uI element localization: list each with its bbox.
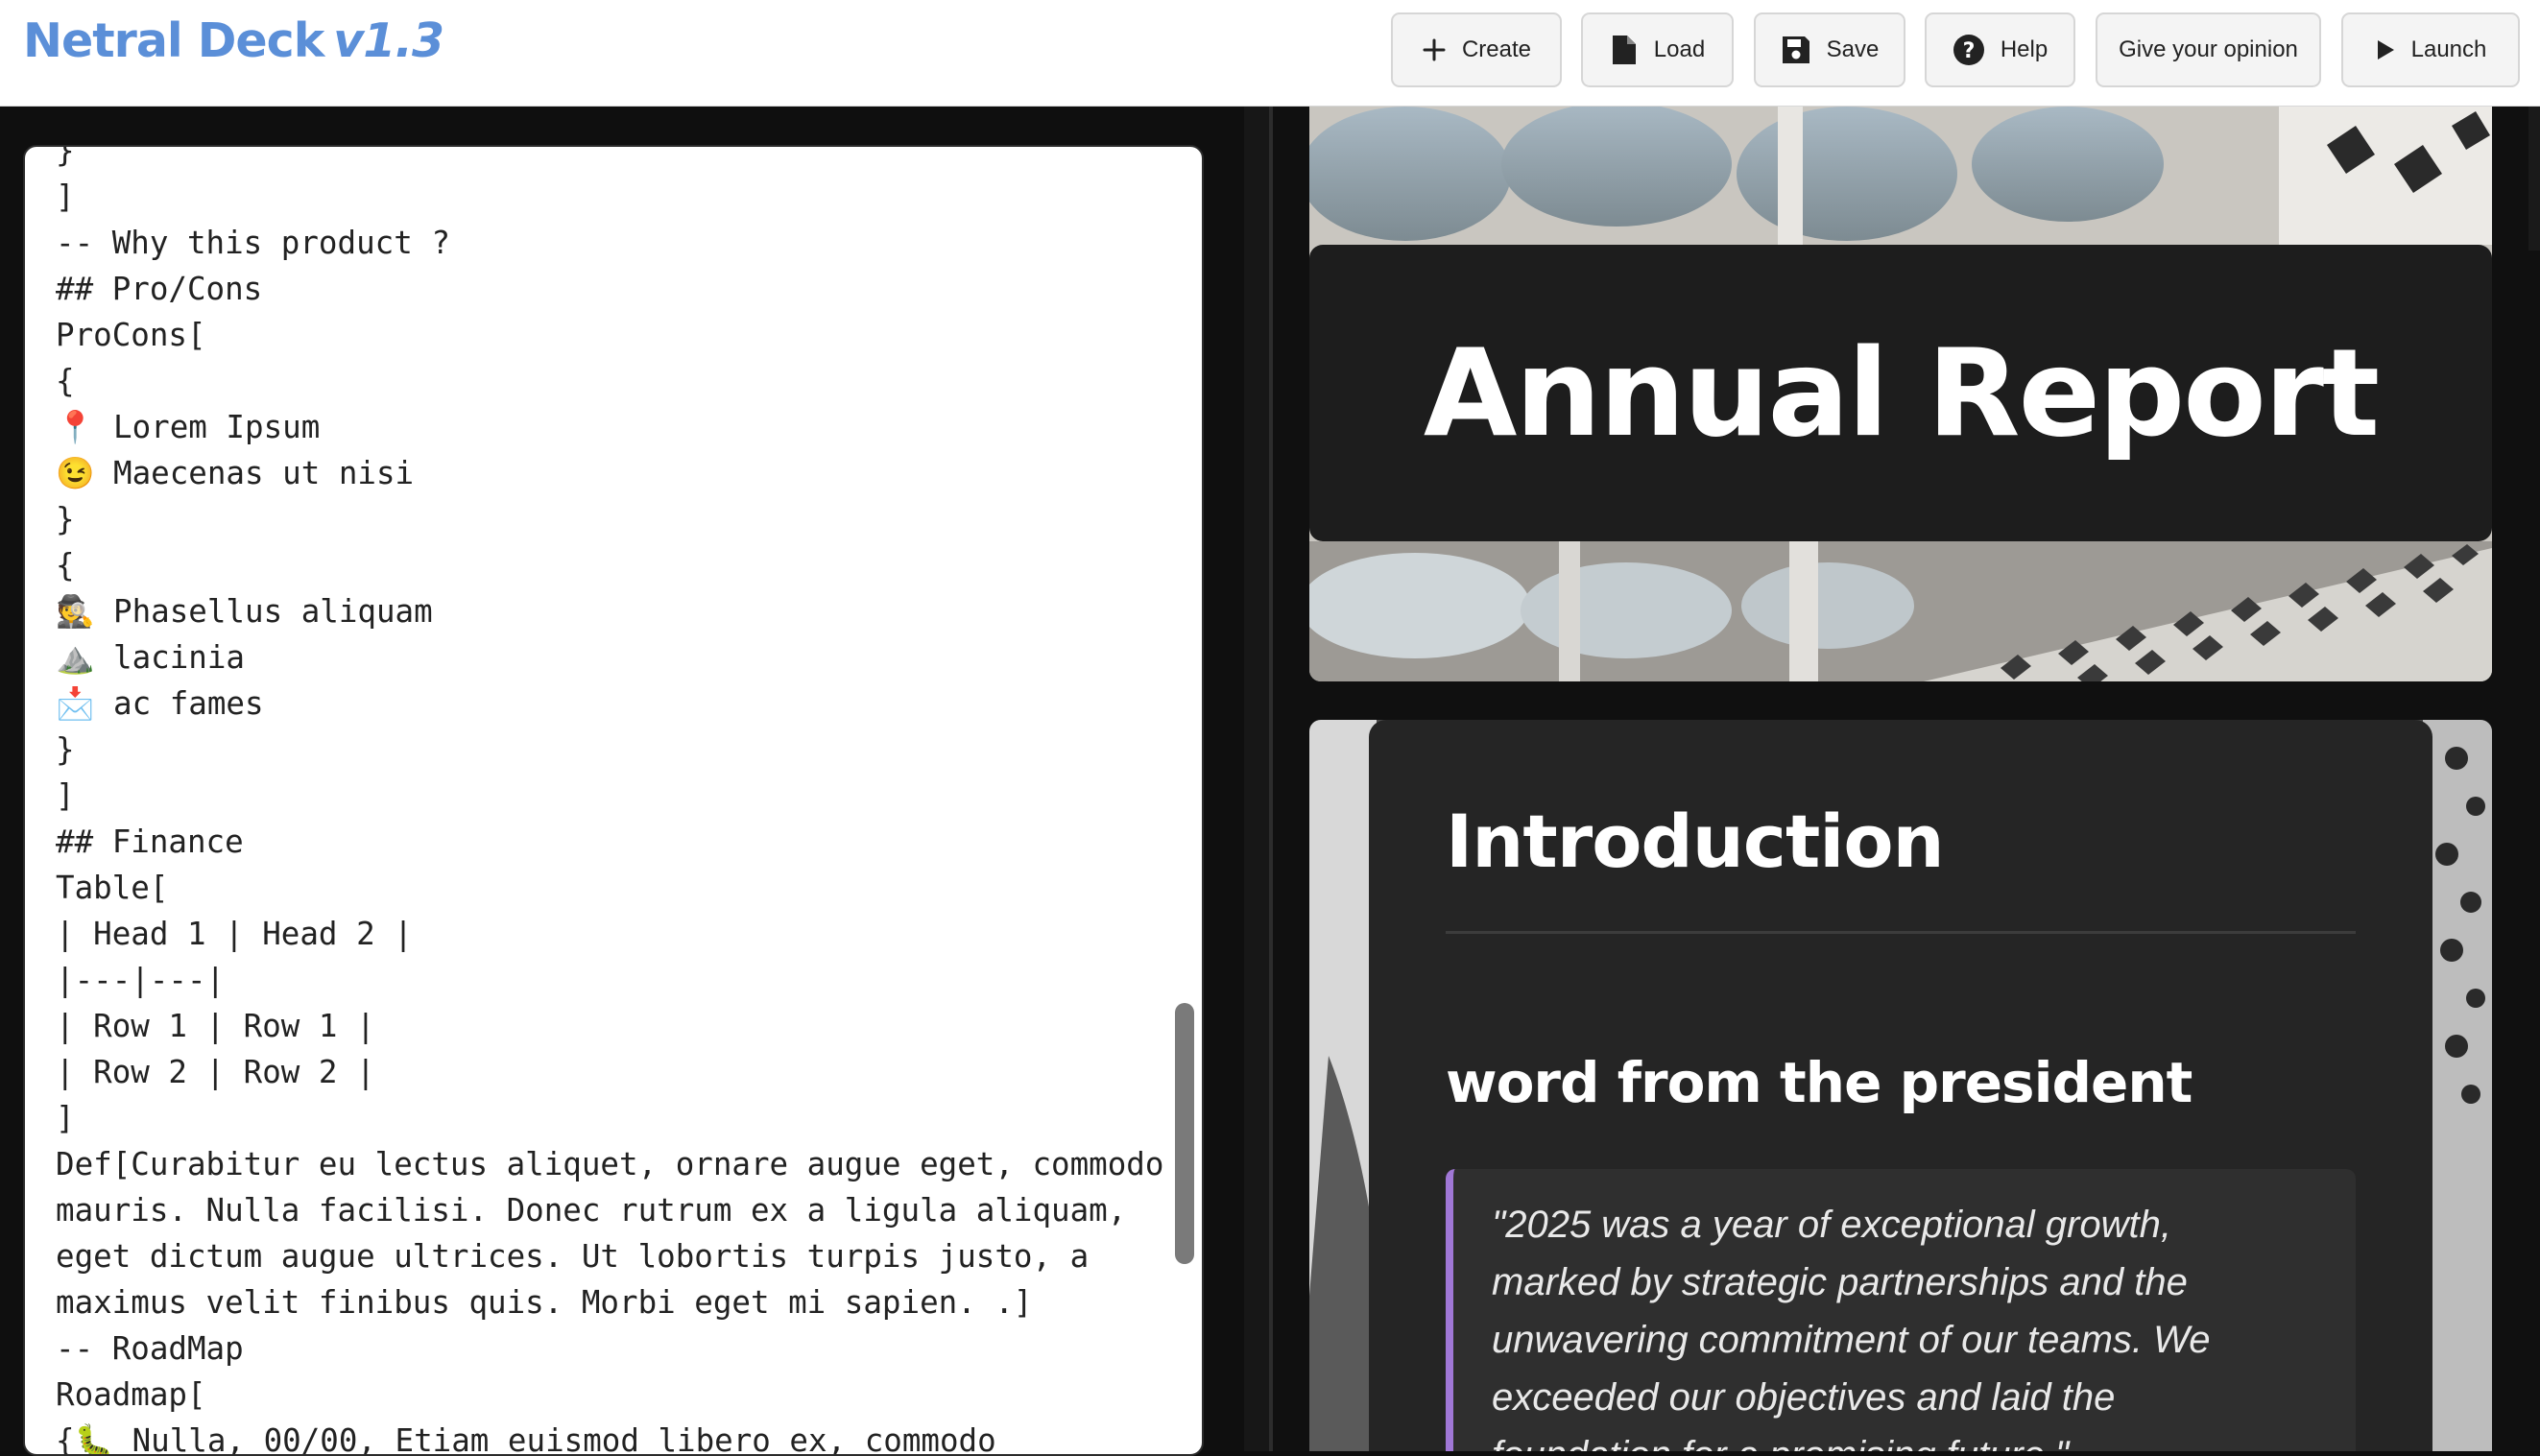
code-line: Def[Curabitur eu lectus aliquet, ornare … bbox=[56, 1146, 1164, 1182]
code-line: 🕵️ Phasellus aliquam bbox=[56, 593, 433, 630]
code-line: ] bbox=[56, 777, 75, 814]
code-line: { bbox=[56, 547, 75, 584]
title-box: Annual Report bbox=[1309, 245, 2492, 541]
panel-splitter[interactable] bbox=[1244, 107, 1269, 1451]
slide-title: Annual Report bbox=[1423, 322, 2380, 464]
editor-scrollbar[interactable] bbox=[1175, 166, 1194, 1443]
code-line: | Head 1 | Head 2 | bbox=[56, 916, 413, 952]
slide-preview: Annual Report Introduction word from the… bbox=[1273, 107, 2540, 1451]
give-opinion-button-label: Give your opinion bbox=[2119, 36, 2298, 62]
section-heading: Introduction bbox=[1446, 799, 1945, 884]
introduction-slide[interactable]: Introduction word from the president "20… bbox=[1309, 720, 2492, 1451]
play-icon bbox=[2375, 38, 2396, 61]
code-line: | Row 1 | Row 1 | bbox=[56, 1008, 375, 1044]
code-line: ## Finance bbox=[56, 823, 244, 860]
code-line: eget dictum augue ultrices. Ut lobortis … bbox=[56, 1238, 1090, 1275]
code-line: ] bbox=[56, 179, 75, 215]
code-editor[interactable]: }] -- Why this product ? ## Pro/Cons ProCon… bbox=[23, 145, 1204, 1456]
load-button[interactable]: Load bbox=[1581, 12, 1734, 87]
code-line: Table[ bbox=[56, 870, 169, 906]
code-line: 😉 Maecenas ut nisi bbox=[56, 455, 415, 491]
plus-icon bbox=[1422, 37, 1447, 62]
code-text[interactable]: }] -- Why this product ? ## Pro/Cons ProCon… bbox=[56, 145, 1179, 1456]
launch-button[interactable]: Launch bbox=[2341, 12, 2520, 87]
code-line: |---|---| bbox=[56, 962, 226, 998]
editor-scrollbar-thumb[interactable] bbox=[1175, 1003, 1194, 1264]
heading-divider bbox=[1446, 931, 2356, 934]
code-line: ] bbox=[56, 1100, 75, 1136]
question-icon: ? bbox=[1953, 34, 1985, 66]
president-quote: "2025 was a year of exceptional growth, … bbox=[1446, 1169, 2356, 1451]
code-line: mauris. Nulla facilisi. Donec rutrum ex … bbox=[56, 1192, 1127, 1229]
create-button-label: Create bbox=[1461, 36, 1532, 62]
save-button[interactable]: Save bbox=[1754, 12, 1905, 87]
help-button[interactable]: ? Help bbox=[1925, 12, 2075, 87]
code-line: Roadmap[ bbox=[56, 1376, 206, 1413]
save-button-label: Save bbox=[1826, 36, 1880, 62]
quote-line: unwavering commitment of our teams. We bbox=[1492, 1319, 2211, 1361]
launch-button-label: Launch bbox=[2410, 36, 2487, 62]
code-line: 📍 Lorem Ipsum bbox=[56, 409, 321, 445]
app-version: v1.3 bbox=[333, 13, 444, 68]
quote-line: marked by strategic partnerships and the bbox=[1492, 1261, 2188, 1303]
quote-line: exceeded our objectives and laid the bbox=[1492, 1376, 2116, 1419]
code-line: 📩 ac fames bbox=[56, 685, 264, 722]
create-button[interactable]: Create bbox=[1391, 12, 1562, 87]
app-name: Netral Deck bbox=[23, 13, 324, 68]
quote-line: foundation for a promising future." bbox=[1492, 1426, 2317, 1451]
help-button-label: Help bbox=[2000, 36, 2049, 62]
code-line: -- Why this product ? bbox=[56, 225, 450, 261]
code-line: ## Pro/Cons bbox=[56, 271, 263, 307]
code-line: {🐛 Nulla, 00/00, Etiam euismod libero ex… bbox=[56, 1422, 996, 1456]
quote-line: "2025 was a year of exceptional growth, bbox=[1492, 1204, 2171, 1246]
code-line: } bbox=[56, 501, 75, 537]
code-line: maximus velit finibus quis. Morbi eget m… bbox=[56, 1284, 1033, 1321]
floppy-icon bbox=[1781, 35, 1811, 65]
code-line: ⛰️ lacinia bbox=[56, 639, 245, 676]
top-toolbar: Netral Deck v1.3 Create Load Save ? Help … bbox=[0, 0, 2540, 107]
app-logo: Netral Deck v1.3 bbox=[23, 13, 444, 68]
code-line: } bbox=[56, 731, 75, 768]
code-line: | Row 2 | Row 2 | bbox=[56, 1054, 375, 1090]
file-icon bbox=[1610, 34, 1639, 66]
code-line: } bbox=[56, 145, 75, 169]
editor-panel: }] -- Why this product ? ## Pro/Cons ProCon… bbox=[0, 107, 1269, 1456]
load-button-label: Load bbox=[1653, 36, 1706, 62]
title-slide[interactable]: Annual Report bbox=[1309, 107, 2492, 681]
give-opinion-button[interactable]: Give your opinion bbox=[2096, 12, 2321, 87]
preview-scrollbar[interactable] bbox=[2528, 107, 2540, 251]
code-line: -- RoadMap bbox=[56, 1330, 244, 1367]
code-line: ProCons[ bbox=[56, 317, 206, 353]
section-subheading: word from the president bbox=[1446, 1050, 2193, 1115]
content-card: Introduction word from the president "20… bbox=[1369, 720, 2432, 1451]
code-line: { bbox=[56, 363, 75, 399]
svg-text:?: ? bbox=[1962, 39, 1975, 63]
